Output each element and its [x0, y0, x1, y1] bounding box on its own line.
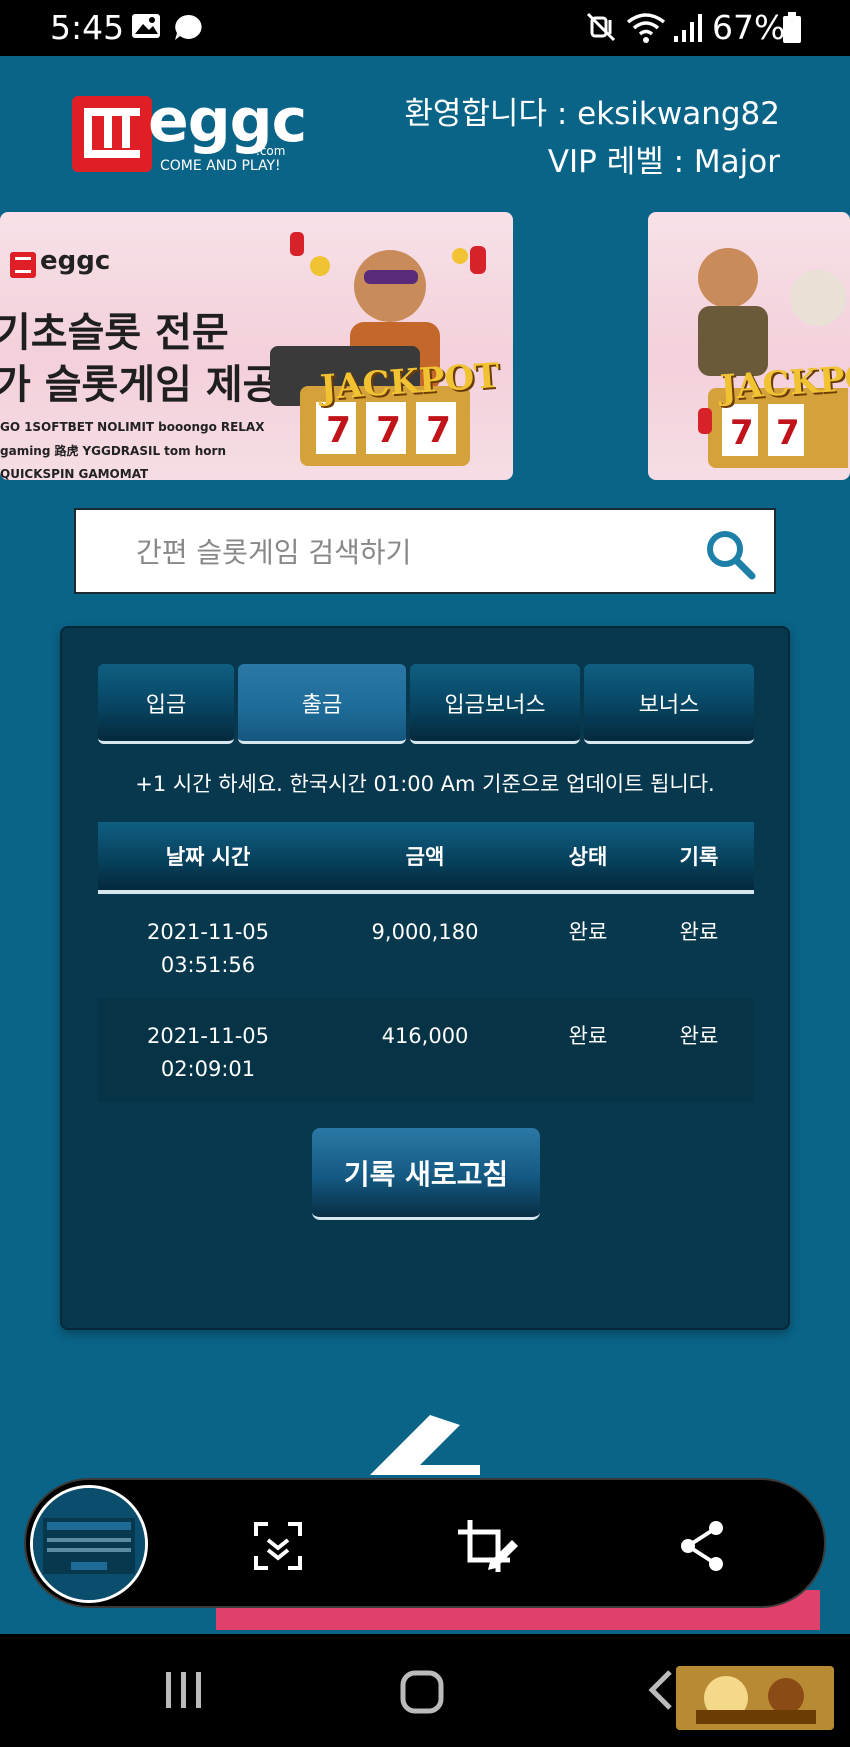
welcome-block: 환영합니다 : eksikwang82 VIP 레벨 : Major: [404, 90, 780, 186]
welcome-text: 환영합니다 : eksikwang82: [404, 96, 780, 132]
site-logo[interactable]: eggc .com COME AND PLAY!: [70, 86, 307, 178]
provider-logo: QUICKSPIN: [0, 467, 75, 480]
screenshot-toolbar: [24, 1478, 826, 1608]
promo-banner[interactable]: eggc 기초슬롯 전문 가 슬롯게임 제공 GO 1SOFTBET NOLIMIT…: [0, 212, 513, 480]
tab-label: 입금보너스: [444, 692, 546, 718]
recent-apps-icon[interactable]: [164, 1670, 204, 1710]
banner-headline-1: 기초슬롯 전문: [0, 310, 229, 356]
cell-record: 완료: [679, 1024, 719, 1048]
tab-deposit-bonus[interactable]: 입금보너스: [410, 664, 580, 744]
tab-label: 출금: [301, 692, 343, 718]
tab-withdraw[interactable]: 출금: [238, 664, 406, 744]
table-row: 2021-11-05 03:51:56 9,000,180 완료 완료: [98, 894, 754, 998]
cell-datetime: 2021-11-05 03:51:56: [98, 916, 318, 982]
provider-logo: RELAX: [220, 420, 265, 434]
cell-datetime: 2021-11-05 02:09:01: [98, 1020, 318, 1086]
brand-tagline: COME AND PLAY!: [160, 158, 281, 174]
history-table: 날짜 시간 금액 상태 기록 2021-11-05 03:51:56 9,000…: [98, 822, 754, 1102]
provider-logo: NOLIMIT: [97, 420, 155, 434]
promo-banner-2[interactable]: 7 7 JACKPOT: [648, 212, 850, 480]
battery-icon: [783, 12, 801, 43]
svg-text:7: 7: [776, 413, 800, 453]
back-arrow-icon[interactable]: [360, 1415, 500, 1475]
search-bar[interactable]: [74, 508, 776, 594]
provider-logo: 1SOFTBET: [24, 420, 94, 434]
character-illustration-2: 7 7: [698, 248, 848, 468]
provider-logo: booongo: [158, 420, 217, 434]
cell-date: 2021-11-05: [146, 1024, 270, 1048]
mute-icon: [586, 12, 616, 42]
vip-level: VIP 레벨 : Major: [547, 144, 780, 180]
home-icon[interactable]: [400, 1670, 444, 1714]
banner-headline-2: 가 슬롯게임 제공: [0, 362, 280, 408]
timezone-notice: +1 시간 하세요. 한국시간 01:00 Am 기준으로 업데이트 됩니다.: [135, 772, 715, 796]
cell-record: 완료: [679, 920, 719, 944]
cell-date: 2021-11-05: [146, 920, 270, 944]
tab-label: 입금: [145, 692, 187, 718]
floating-game-thumbnail[interactable]: [676, 1666, 834, 1730]
svg-text:7: 7: [426, 410, 451, 451]
banner-brand: eggc: [40, 246, 111, 276]
svg-text:7: 7: [376, 410, 401, 451]
table-header: 날짜 시간 금액 상태 기록: [98, 822, 754, 894]
status-time: 5:45: [50, 8, 125, 47]
provider-logo: GO: [0, 420, 21, 434]
transaction-panel: 입금 출금 입금보너스 보너스 +1 시간 하세요. 한국시간 01:00 Am…: [60, 626, 790, 1330]
col-record: 기록: [679, 845, 719, 869]
transaction-tabs: 입금 출금 입금보너스 보너스: [98, 664, 754, 744]
cell-status: 완료: [568, 920, 608, 944]
back-icon[interactable]: [648, 1670, 674, 1710]
svg-text:7: 7: [730, 413, 754, 453]
share-icon[interactable]: [674, 1518, 730, 1574]
col-datetime: 날짜 시간: [165, 845, 251, 869]
cell-time: 02:09:01: [160, 1057, 256, 1081]
cell-time: 03:51:56: [160, 953, 256, 977]
provider-logo: GAMOMAT: [78, 467, 149, 480]
status-bar: 5:45 67%: [0, 0, 850, 56]
tab-deposit[interactable]: 입금: [98, 664, 234, 744]
gallery-icon: [132, 14, 160, 38]
refresh-history-button[interactable]: 기록 새로고침: [312, 1128, 540, 1220]
crop-edit-icon[interactable]: [456, 1518, 520, 1574]
provider-logos: GO 1SOFTBET NOLIMIT booongo RELAX gaming 路虎 YGG…: [0, 420, 290, 480]
brand-suffix: .com: [256, 144, 286, 158]
table-row: 2021-11-05 02:09:01 416,000 완료 완료: [98, 998, 754, 1102]
search-input[interactable]: [136, 528, 696, 576]
wifi-icon: [626, 13, 666, 43]
cell-status: 완료: [568, 1024, 608, 1048]
screenshot-thumbnail[interactable]: [30, 1485, 148, 1603]
chat-icon: [175, 14, 202, 40]
search-icon[interactable]: [704, 528, 756, 580]
provider-logo: tom horn: [164, 444, 227, 458]
signal-icon: [674, 14, 702, 42]
cell-amount: 416,000: [381, 1024, 469, 1048]
battery-percent: 67%: [712, 8, 786, 47]
svg-text:7: 7: [326, 410, 351, 451]
col-status: 상태: [568, 845, 608, 869]
cell-amount: 9,000,180: [371, 920, 479, 944]
col-amount: 금액: [405, 845, 445, 869]
character-illustration: 7 7 7: [270, 232, 486, 466]
provider-logo: YGGDRASIL: [82, 444, 161, 458]
provider-logo: gaming: [0, 444, 51, 458]
tab-bonus[interactable]: 보너스: [584, 664, 754, 744]
scroll-capture-icon[interactable]: [250, 1518, 306, 1574]
provider-logo: 路虎: [54, 444, 79, 458]
tab-label: 보너스: [638, 692, 700, 718]
